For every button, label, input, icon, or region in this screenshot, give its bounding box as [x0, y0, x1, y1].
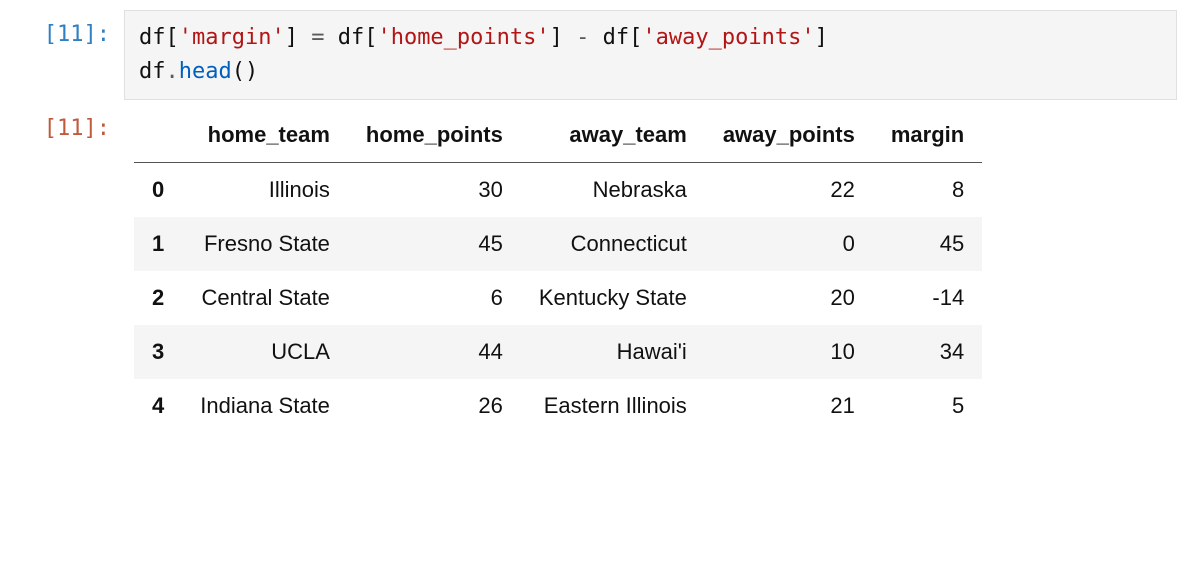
row-index: 2: [134, 271, 182, 325]
cell: Connecticut: [521, 217, 705, 271]
cell: Fresno State: [182, 217, 348, 271]
cell: 21: [705, 379, 873, 433]
table-row: 2 Central State 6 Kentucky State 20 -14: [134, 271, 982, 325]
row-index: 3: [134, 325, 182, 379]
cell: 22: [705, 163, 873, 218]
table-row: 4 Indiana State 26 Eastern Illinois 21 5: [134, 379, 982, 433]
cell: Central State: [182, 271, 348, 325]
cell: 45: [873, 217, 982, 271]
code-editor[interactable]: df['margin'] = df['home_points'] - df['a…: [124, 10, 1177, 100]
output-cell: [11]: home_team home_points away_team aw…: [20, 104, 1177, 433]
col-header: home_team: [182, 108, 348, 163]
col-header: margin: [873, 108, 982, 163]
table-header-row: home_team home_points away_team away_poi…: [134, 108, 982, 163]
cell: 44: [348, 325, 521, 379]
cell: 6: [348, 271, 521, 325]
col-header: home_points: [348, 108, 521, 163]
index-header: [134, 108, 182, 163]
input-cell: [11]: df['margin'] = df['home_points'] -…: [20, 10, 1177, 100]
cell: UCLA: [182, 325, 348, 379]
cell: 20: [705, 271, 873, 325]
cell: Eastern Illinois: [521, 379, 705, 433]
cell: 34: [873, 325, 982, 379]
cell: Hawai'i: [521, 325, 705, 379]
table-row: 3 UCLA 44 Hawai'i 10 34: [134, 325, 982, 379]
cell: Indiana State: [182, 379, 348, 433]
cell: 45: [348, 217, 521, 271]
cell: Illinois: [182, 163, 348, 218]
row-index: 1: [134, 217, 182, 271]
cell: 5: [873, 379, 982, 433]
cell: 10: [705, 325, 873, 379]
output-area: home_team home_points away_team away_poi…: [124, 104, 1177, 433]
cell: 30: [348, 163, 521, 218]
col-header: away_points: [705, 108, 873, 163]
cell: Kentucky State: [521, 271, 705, 325]
input-prompt: [11]:: [20, 10, 124, 47]
table-row: 1 Fresno State 45 Connecticut 0 45: [134, 217, 982, 271]
cell: -14: [873, 271, 982, 325]
row-index: 0: [134, 163, 182, 218]
dataframe-table: home_team home_points away_team away_poi…: [134, 108, 982, 433]
col-header: away_team: [521, 108, 705, 163]
cell: 0: [705, 217, 873, 271]
row-index: 4: [134, 379, 182, 433]
output-prompt: [11]:: [20, 104, 124, 141]
table-row: 0 Illinois 30 Nebraska 22 8: [134, 163, 982, 218]
cell: 8: [873, 163, 982, 218]
cell: Nebraska: [521, 163, 705, 218]
cell: 26: [348, 379, 521, 433]
